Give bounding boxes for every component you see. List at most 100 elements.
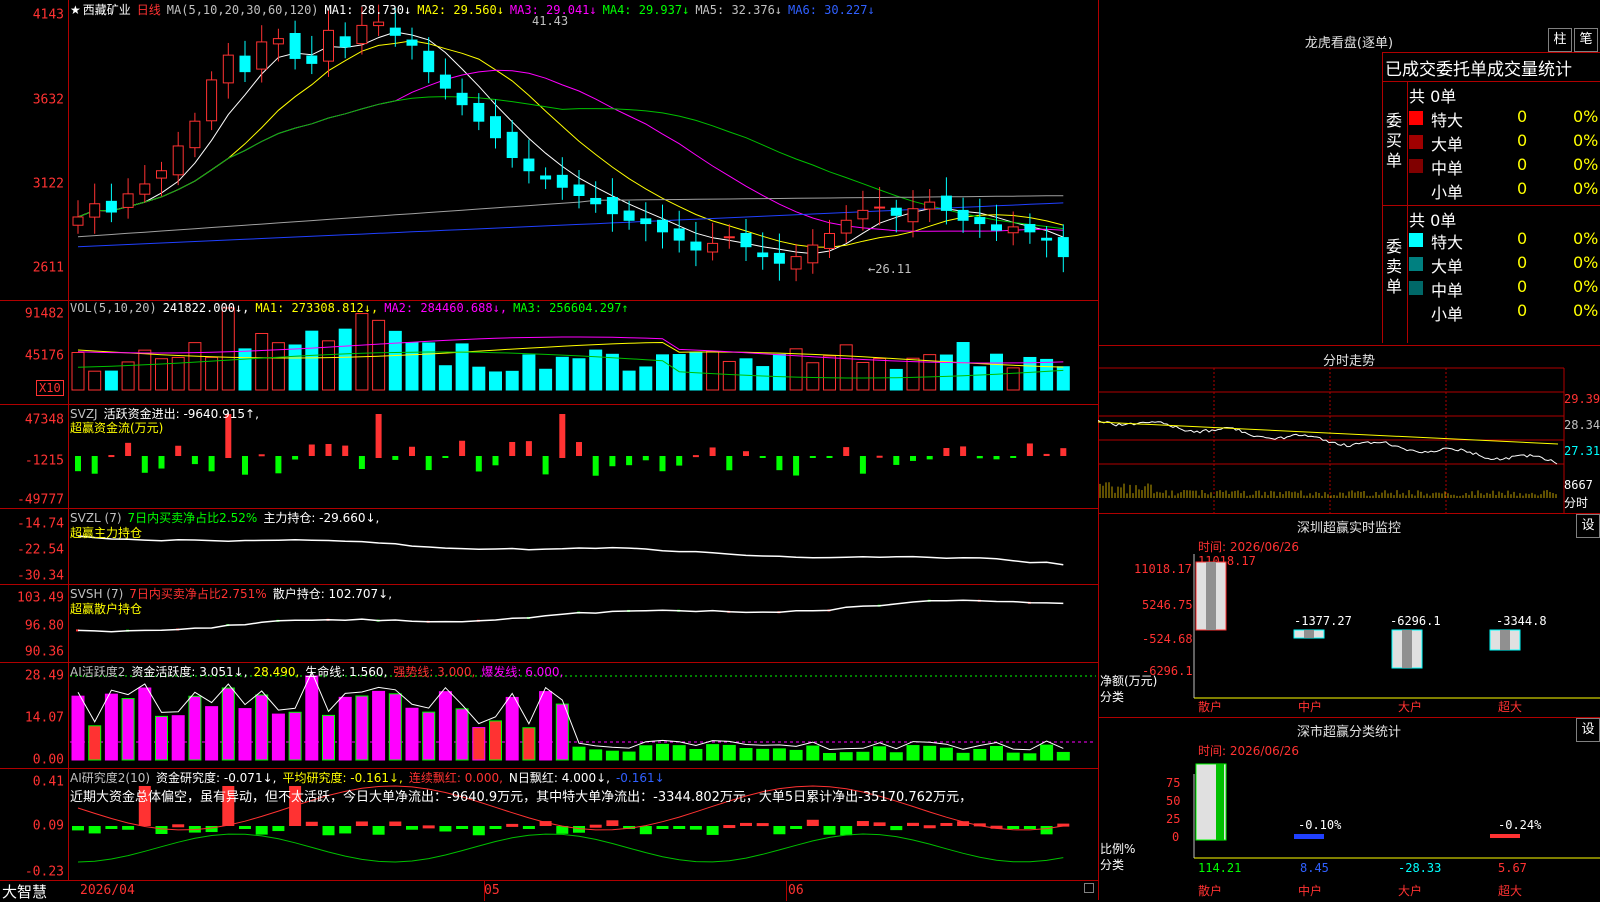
vol-ma2: MA2: 284460.688↓, (384, 301, 508, 315)
activity-bar (639, 745, 653, 761)
candle-body (122, 193, 134, 208)
volume-bar (372, 319, 386, 391)
category-bar (1490, 834, 1520, 838)
volume-bar (873, 358, 887, 391)
candle-body (874, 206, 886, 209)
bar-shade (1402, 630, 1412, 668)
candle-body (373, 21, 385, 27)
volume-bar (322, 340, 335, 391)
activity-bar (689, 748, 703, 761)
color-swatch (1409, 111, 1423, 125)
research-bar (155, 826, 168, 834)
szc-pct: -0.10% (1298, 818, 1342, 832)
order-count: 0 (1517, 179, 1528, 198)
activity-bar (939, 747, 953, 761)
flow-bar (442, 456, 449, 458)
research-bar (856, 821, 869, 826)
research-bar (873, 822, 886, 826)
intraday-panel[interactable]: 分时走势 29.39 28.34 27.31 8667 分时 (1098, 345, 1600, 514)
lock-icon[interactable] (1084, 883, 1094, 893)
ma2-value: MA2: 29.560↓ (417, 3, 504, 17)
dragon-tiger-title: 龙虎看盘(逐单) (1304, 36, 1394, 51)
volume-chart[interactable] (0, 300, 1098, 404)
volume-bar (455, 343, 469, 391)
research-bar (456, 826, 469, 829)
research-bar (806, 819, 819, 826)
activity-bar (856, 751, 870, 761)
candle-body (272, 38, 284, 45)
activity-bar (188, 695, 202, 761)
volume-bar (572, 358, 586, 391)
flow-bar (976, 456, 983, 459)
candle-body (239, 55, 251, 73)
volume-bar (772, 353, 786, 391)
flow-bar (559, 414, 566, 458)
szc-pct: -0.24% (1498, 818, 1542, 832)
volume-bar (739, 358, 753, 391)
order-label: 小单 (1431, 183, 1464, 202)
szm-cat: 超大 (1498, 700, 1523, 714)
flow-bar (993, 456, 1000, 460)
szm-tick: 11018.17 (1134, 562, 1192, 576)
ai-active-panel[interactable]: 28.49 14.07 0.00 AI活跃度2 资金活跃度: 3.051↓, 28.… (0, 662, 1098, 769)
svzj-panel[interactable]: 47348 -1215 -49777 SVZJ 活跃资金进出: -9640.915… (0, 404, 1098, 509)
szc-xlabel: 分类 (1100, 858, 1125, 872)
intraday-tick: 29.39 (1564, 392, 1600, 406)
volume-bar (923, 354, 937, 391)
research-bar (756, 823, 769, 827)
flow-bar (642, 456, 649, 461)
activity-bar (405, 707, 419, 761)
candle-body (473, 102, 485, 122)
activity-bar (706, 744, 720, 761)
volume-bar (889, 368, 903, 391)
candle-body (757, 252, 769, 258)
vol-ma1: MA1: 273308.812↓, (255, 301, 379, 315)
candlestick-chart[interactable] (0, 0, 1098, 300)
szm-xlabel: 分类 (1100, 690, 1125, 704)
tick-mode-button[interactable]: 笔 (1574, 28, 1598, 52)
activity-bar (388, 693, 402, 761)
order-label: 特大 (1431, 111, 1464, 130)
ma4-value: MA4: 29.937↓ (602, 3, 690, 17)
volume-bar (689, 351, 703, 391)
flow-bar (609, 456, 616, 467)
flow-bar (191, 456, 198, 465)
brand-logo[interactable]: 大智慧 (2, 881, 47, 902)
svsh-panel[interactable]: 103.49 96.80 90.36 SVSH (7) 7日内买卖净占比2.751… (0, 584, 1098, 663)
szc-tick: 50 (1166, 794, 1181, 808)
volume-panel[interactable]: 91482 45176 X10 VOL(5,10,20) 241822.000↓,… (0, 300, 1098, 405)
vol-header: VOL(5,10,20) 241822.000↓, MA1: 273308.812↓… (70, 301, 635, 315)
research-bar (88, 826, 101, 834)
research-avg-line (77, 833, 1064, 863)
flow-bar (809, 456, 816, 458)
order-label: 中单 (1431, 281, 1464, 300)
intraday-chart[interactable] (1098, 346, 1600, 514)
activity-bar (288, 711, 302, 761)
date-tick: 06 (788, 883, 804, 898)
flow-bar (910, 456, 916, 461)
favorite-star-icon[interactable]: ★ (70, 3, 81, 17)
szc-tick: 25 (1166, 812, 1181, 826)
vol-ma3: MA3: 256604.297↑ (513, 301, 629, 315)
order-label: 中单 (1431, 159, 1464, 178)
order-count: 0 (1517, 253, 1528, 272)
flow-bar (893, 456, 900, 465)
ai-research-panel[interactable]: 0.41 0.09 -0.23 AI研究度2(10) 资金研究度: -0.071↓… (0, 768, 1098, 880)
research-bar (522, 826, 535, 829)
volume-bar (255, 332, 269, 391)
candle-body (657, 219, 668, 233)
szm-ylabel: 净额(万元) (1100, 674, 1158, 688)
order-pct: 0% (1573, 131, 1599, 150)
activity-bar (422, 711, 436, 761)
candle-body (523, 158, 535, 172)
bar-mode-button[interactable]: 柱 (1548, 28, 1572, 52)
period-label[interactable]: 日线 (137, 3, 161, 17)
ai-lifeline: 生命线: 1.560, (305, 665, 388, 679)
activity-bar (489, 720, 502, 761)
volume-bar (388, 330, 402, 391)
flow-bar (325, 443, 332, 456)
svzl-panel[interactable]: -14.74 -22.54 -30.34 SVZL (7) 7日内买卖净占比2.5… (0, 508, 1098, 585)
research-bar (940, 822, 953, 826)
candle-body (723, 236, 735, 239)
price-panel[interactable]: 4143 3632 3122 2611 ★ 西藏矿业 日线 MA(5,10,20,30… (0, 0, 1098, 301)
